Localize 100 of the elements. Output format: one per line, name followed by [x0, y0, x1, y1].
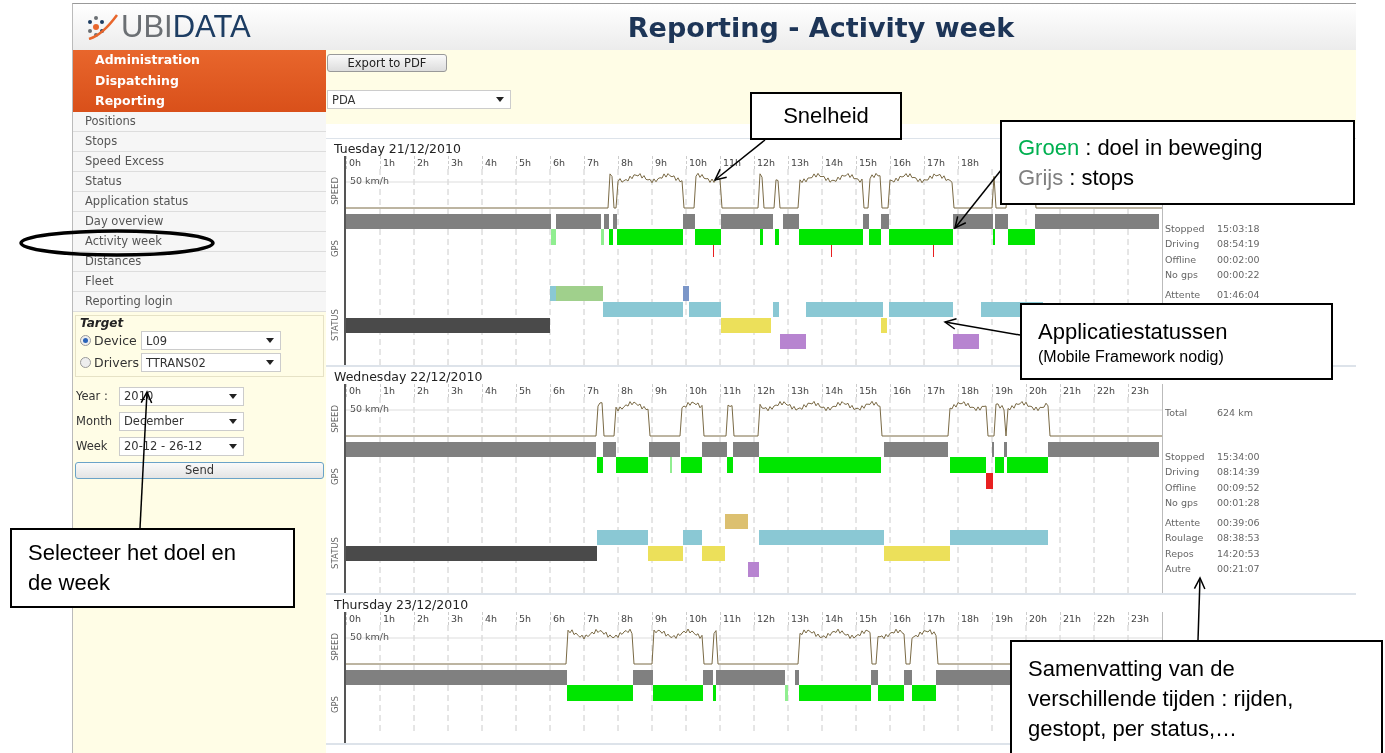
radio-button[interactable]: [80, 335, 91, 346]
hour-label: 14h: [822, 612, 856, 625]
axis-label: SPEED: [330, 405, 340, 433]
hour-label: 6h: [550, 612, 584, 625]
stop-bar: [683, 214, 695, 229]
dropdown[interactable]: TTRANS02: [141, 353, 281, 372]
hour-label: 14h: [822, 156, 856, 169]
axis-label: STATUS: [330, 309, 340, 341]
hour-label: 0h: [346, 156, 380, 169]
driving-bar: [713, 685, 716, 701]
stop-bar: [556, 214, 601, 229]
hour-label: 4h: [482, 156, 516, 169]
dropdown[interactable]: L09: [141, 331, 281, 350]
caret-icon: [229, 393, 237, 399]
hour-label: 15h: [856, 612, 890, 625]
stop-bar: [884, 442, 948, 457]
callout-note: (Mobile Framework nodig): [1038, 346, 1225, 367]
status-bar: [780, 334, 806, 349]
hour-label: 5h: [516, 156, 550, 169]
hour-label: 19h: [992, 384, 1026, 397]
submenu-item[interactable]: Stops: [73, 131, 326, 152]
driving-bar: [1007, 457, 1048, 473]
driving-bar: [912, 685, 936, 701]
send-button[interactable]: Send: [75, 461, 324, 479]
driving-bar: [785, 685, 788, 701]
axis-label: GPS: [330, 240, 340, 258]
submenu-item[interactable]: Status: [73, 171, 326, 192]
summary-value: 15:34:00: [1217, 450, 1260, 463]
submenu-item[interactable]: Positions: [73, 111, 326, 132]
stop-bar: [995, 214, 1008, 229]
hour-label: 3h: [448, 612, 482, 625]
hour-label: 14h: [822, 384, 856, 397]
callout-text: Snelheid: [783, 102, 869, 130]
hour-label: 6h: [550, 156, 584, 169]
day-title: Thursday 23/12/2010: [334, 597, 469, 612]
logo-icon: [85, 14, 119, 40]
caret-icon: [229, 443, 237, 449]
stop-bar: [603, 442, 616, 457]
hour-label: 10h: [686, 156, 720, 169]
summary-label: Total: [1164, 406, 1189, 419]
hour-label: 17h: [924, 384, 958, 397]
hour-label: 19h: [992, 612, 1026, 625]
hour-label: 11h: [720, 612, 754, 625]
summary-value: 14:20:53: [1217, 547, 1260, 560]
export-pdf-button[interactable]: Export to PDF: [327, 54, 447, 72]
summary-value: 00:01:28: [1217, 497, 1260, 510]
hour-label: 6h: [550, 384, 584, 397]
summary-label: Offline: [1164, 481, 1198, 494]
hour-label: 7h: [584, 156, 618, 169]
driving-bar: [799, 229, 863, 245]
summary-label: Repos: [1164, 547, 1195, 560]
menu-item[interactable]: Reporting: [73, 91, 326, 112]
radio-button[interactable]: [80, 357, 91, 368]
axis-label: SPEED: [330, 177, 340, 205]
hour-label: 7h: [584, 612, 618, 625]
hour-label: 12h: [754, 384, 788, 397]
caret-icon: [266, 360, 274, 365]
hour-label: 23h: [1128, 612, 1162, 625]
submenu-item[interactable]: Application status: [73, 191, 326, 212]
hour-label: 13h: [788, 384, 822, 397]
submenu-item[interactable]: Speed Excess: [73, 151, 326, 172]
summary-value: 08:38:53: [1217, 532, 1260, 545]
axis-label: SPEED: [330, 633, 340, 661]
stop-bar: [702, 442, 727, 457]
summary-value: 08:14:39: [1217, 466, 1260, 479]
driving-bar: [950, 457, 986, 473]
hour-label: 12h: [754, 156, 788, 169]
hour-label: 1h: [380, 156, 414, 169]
hour-label: 0h: [346, 384, 380, 397]
summary-label: Attente: [1164, 288, 1202, 301]
stop-bar: [783, 214, 799, 229]
hour-label: 4h: [482, 612, 516, 625]
stop-bar: [703, 670, 713, 685]
dropdown[interactable]: PDA: [327, 90, 511, 109]
driving-bar: [616, 457, 648, 473]
stop-bar: [633, 670, 653, 685]
caret-icon: [266, 338, 274, 343]
stop-bar: [904, 670, 912, 685]
submenu-item[interactable]: Fleet: [73, 271, 326, 292]
summary-label: No gps: [1164, 497, 1199, 510]
summary-label: No gps: [1164, 269, 1199, 282]
stop-bar: [604, 214, 609, 229]
hour-label: 21h: [1060, 384, 1094, 397]
summary-value: 08:54:19: [1217, 238, 1260, 251]
hour-label: 2h: [414, 612, 448, 625]
hour-label: 18h: [958, 612, 992, 625]
stop-bar: [733, 442, 759, 457]
summary-label: Autre: [1164, 563, 1192, 576]
hour-label: 5h: [516, 612, 550, 625]
stop-bar: [716, 670, 785, 685]
hour-label: 17h: [924, 156, 958, 169]
day-title: Wednesday 22/12/2010: [334, 369, 483, 384]
driving-bar: [551, 229, 556, 245]
summary-value: 00:00:22: [1217, 269, 1260, 282]
menu-item[interactable]: Dispatching: [73, 70, 326, 91]
status-bar: [748, 562, 759, 577]
hour-label: 7h: [584, 384, 618, 397]
driving-bar: [995, 457, 1004, 473]
hour-label: 18h: [958, 156, 992, 169]
submenu-item[interactable]: Reporting login: [73, 291, 326, 312]
